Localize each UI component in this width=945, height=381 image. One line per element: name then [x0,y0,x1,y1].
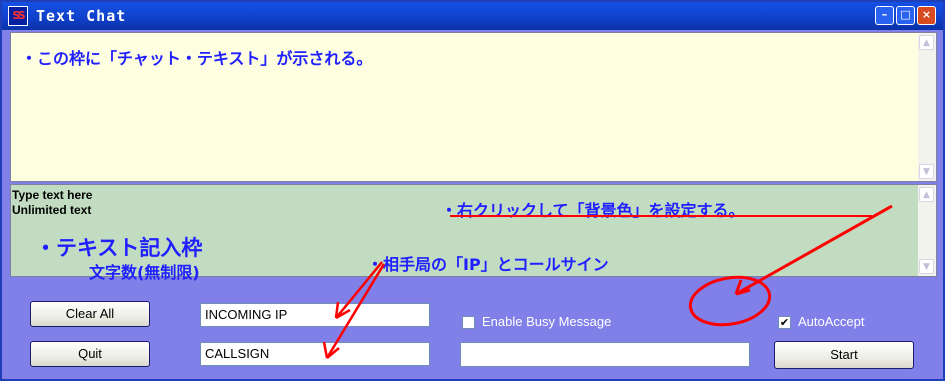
right-click-annotation: ・右クリックして「背景色」を設定する。 [441,201,745,220]
enable-busy-checkbox[interactable] [462,316,475,329]
char-count-annotation: 文字数(無制限) [89,263,200,282]
scroll-up-icon[interactable]: ▲ [919,187,934,202]
close-button[interactable]: × [917,6,936,25]
text-entry-area[interactable]: Type text here Unlimited text ・右クリックして「背… [10,184,937,282]
auto-accept-label: AutoAccept [798,314,865,329]
scroll-down-icon[interactable]: ▼ [919,164,934,179]
chat-annotation: ・この枠に「チャット・テキスト」が示される。 [21,49,373,68]
scroll-up-icon[interactable]: ▲ [919,35,934,50]
enable-busy-label: Enable Busy Message [482,314,612,329]
quit-button[interactable]: Quit [30,341,150,367]
start-button[interactable]: Start [774,341,914,369]
chat-display[interactable]: ・この枠に「チャット・テキスト」が示される。 ▲ ▼ [10,32,937,182]
incoming-ip-field[interactable]: INCOMING IP [200,303,430,327]
ip-callsign-annotation: ・相手局の「IP」とコールサイン [367,255,609,274]
chat-scrollbar[interactable]: ▲ ▼ [918,33,936,181]
type-hint-line-1: Type text here [12,188,93,202]
minimize-button[interactable]: – [875,6,894,25]
entry-box-annotation: ・テキスト記入枠 [35,236,203,260]
app-icon: SS [8,6,28,26]
window-title: Text Chat [36,7,127,25]
scroll-down-icon[interactable]: ▼ [919,259,934,274]
clear-all-button[interactable]: Clear All [30,301,150,327]
auto-accept-checkbox[interactable]: ✔ [778,316,791,329]
type-hint: Type text here Unlimited text [12,188,92,218]
type-hint-line-2: Unlimited text [12,203,92,217]
callsign-field[interactable]: CALLSIGN [200,342,430,366]
busy-message-field[interactable] [460,342,750,367]
maximize-button[interactable]: □ [896,6,915,25]
entry-scrollbar[interactable]: ▲ ▼ [918,185,936,276]
title-bar[interactable]: SS Text Chat – □ × [2,2,943,30]
text-chat-window: SS Text Chat – □ × ・この枠に「チャット・テキスト」が示される… [0,0,945,381]
